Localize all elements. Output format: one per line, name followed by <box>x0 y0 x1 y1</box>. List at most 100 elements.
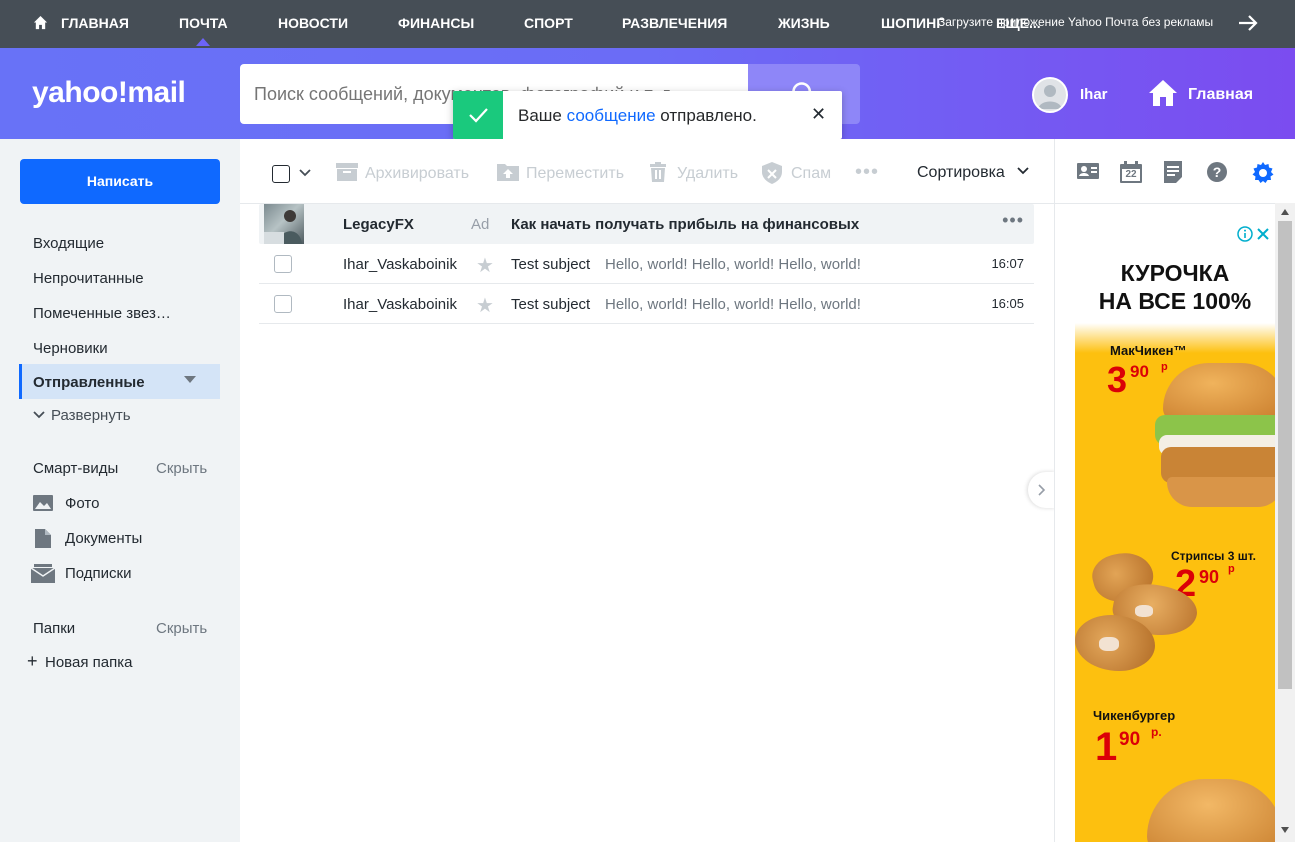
calendar-icon[interactable]: 22 <box>1120 161 1142 188</box>
star-icon[interactable]: ★ <box>476 253 494 278</box>
archive-icon <box>336 163 358 181</box>
svg-text:?: ? <box>1213 164 1222 180</box>
sort-label: Сортировка <box>917 164 1005 181</box>
sidebar: Написать Входящие Непрочитанные Помеченн… <box>0 139 240 842</box>
success-icon <box>453 91 503 139</box>
caret-down-icon[interactable] <box>184 376 196 383</box>
nav-life[interactable]: ЖИЗНЬ <box>778 15 830 31</box>
smart-views-title: Смарт-виды <box>33 460 119 477</box>
nav-entertainment[interactable]: РАЗВЛЕЧЕНИЯ <box>622 15 727 31</box>
document-icon <box>35 529 51 548</box>
message-checkbox[interactable] <box>274 295 292 313</box>
app-promo-link[interactable]: Загрузите приложение Yahoo Почта без рек… <box>938 15 1213 29</box>
nav-news[interactable]: НОВОСТИ <box>278 15 348 31</box>
calendar-day: 22 <box>1125 169 1137 180</box>
ad-sender: LegacyFX <box>343 216 414 233</box>
spam-shield-icon <box>762 162 782 184</box>
message-subject: Test subject <box>511 256 591 273</box>
help-icon[interactable]: ? <box>1206 161 1228 183</box>
ad-product-area: МакЧикен™ 3 90 р Стрипсы 3 шт. 2 90 р Чи… <box>1075 323 1275 842</box>
smart-view-subscriptions-label: Подписки <box>65 565 132 582</box>
advert-scrollbar[interactable] <box>1275 203 1295 842</box>
ad-item1-unit: р <box>1161 361 1168 373</box>
message-row[interactable]: Ihar_Vaskaboinik ★ Test subject Hello, w… <box>259 284 1034 324</box>
ad-headline-line-1: КУРОЧКА <box>1120 260 1230 286</box>
avatar <box>1032 77 1068 113</box>
ad-item1-price: 3 <box>1107 359 1128 400</box>
ad-headline-line-2: НА ВСЕ 100% <box>1098 288 1252 314</box>
home-link-label: Главная <box>1188 86 1254 103</box>
message-sender: Ihar_Vaskaboinik <box>343 256 457 273</box>
ad-info-icon[interactable] <box>1237 226 1253 242</box>
folder-drafts[interactable]: Черновики <box>33 340 108 357</box>
notification-message: Ваше сообщение отправлено. <box>518 106 757 126</box>
user-name: Ihar <box>1080 86 1108 103</box>
message-snippet: Hello, world! Hello, world! Hello, world… <box>605 296 861 313</box>
home-nav-icon[interactable] <box>33 15 48 35</box>
message-list-pane: Архивировать Переместить Удалить Спам ••… <box>240 139 1054 842</box>
subscriptions-icon <box>31 564 55 583</box>
nav-home[interactable]: ГЛАВНАЯ <box>61 15 129 31</box>
settings-gear-icon[interactable] <box>1251 161 1275 185</box>
right-toolbar: 22 ? <box>1055 139 1295 204</box>
close-icon[interactable]: ✕ <box>811 104 826 125</box>
select-all-checkbox[interactable] <box>272 165 290 183</box>
ad-item1-name: МакЧикен™ <box>1110 343 1187 358</box>
trash-icon <box>650 162 666 182</box>
arrow-right-icon[interactable] <box>1236 10 1260 41</box>
scroll-up-icon[interactable] <box>1280 208 1290 216</box>
yahoo-mail-logo[interactable]: yahoo!mail <box>32 76 186 110</box>
ad-item2-name: Стрипсы 3 шт. <box>1171 549 1256 563</box>
collapse-panel-button[interactable] <box>1028 472 1056 508</box>
ad-close-icon[interactable] <box>1256 227 1270 241</box>
contacts-icon[interactable] <box>1077 161 1099 181</box>
ad-item3-unit: р. <box>1151 725 1162 739</box>
nav-sport[interactable]: СПОРТ <box>524 15 573 31</box>
ad-item2-unit: р <box>1228 563 1235 575</box>
ad-headline: КУРОЧКА НА ВСЕ 100% <box>1075 259 1275 315</box>
notification-suffix: отправлено. <box>660 106 757 125</box>
chevron-down-icon <box>1017 167 1029 175</box>
sent-notification: Ваше сообщение отправлено. ✕ <box>453 91 842 139</box>
message-time: 16:07 <box>991 256 1024 271</box>
chevron-down-icon[interactable] <box>299 169 311 177</box>
folders-title: Папки <box>33 620 76 637</box>
move-folder-icon <box>497 164 519 181</box>
ad-item3-cents: 90 <box>1119 729 1141 750</box>
scrollbar-thumb[interactable] <box>1278 221 1292 689</box>
sponsored-message-row[interactable]: LegacyFX Ad Как начать получать прибыль … <box>259 204 1034 244</box>
folder-starred[interactable]: Помеченные звез… <box>33 305 171 322</box>
display-advertisement[interactable]: КУРОЧКА НА ВСЕ 100% МакЧикен™ 3 90 р Стр… <box>1075 223 1275 842</box>
ad-subject: Как начать получать прибыль на финансовы… <box>511 216 860 233</box>
folder-inbox[interactable]: Входящие <box>33 235 104 252</box>
sort-dropdown[interactable]: Сортировка <box>917 164 1029 182</box>
folder-unread[interactable]: Непрочитанные <box>33 270 144 287</box>
folder-sent-label: Отправленные <box>33 374 145 391</box>
ad-item1-cents: 90 <box>1130 362 1149 381</box>
more-actions-icon[interactable]: ••• <box>855 161 879 184</box>
notification-prefix: Ваше <box>518 106 562 125</box>
nav-shopping[interactable]: ШОПИНГ <box>881 15 944 31</box>
message-subject: Test subject <box>511 296 591 313</box>
more-options-icon[interactable]: ••• <box>1002 210 1024 231</box>
chevron-right-icon <box>1038 484 1046 496</box>
scroll-down-icon[interactable] <box>1280 826 1290 834</box>
archive-label: Архивировать <box>365 165 470 182</box>
message-row[interactable]: Ihar_Vaskaboinik ★ Test subject Hello, w… <box>259 244 1034 284</box>
delete-label: Удалить <box>677 165 739 182</box>
notepad-icon[interactable] <box>1164 161 1182 183</box>
folders-hide[interactable]: Скрыть <box>156 620 207 637</box>
message-snippet: Hello, world! Hello, world! Hello, world… <box>605 256 861 273</box>
view-message-link[interactable]: сообщение <box>567 106 656 125</box>
message-sender: Ihar_Vaskaboinik <box>343 296 457 313</box>
smart-views-hide[interactable]: Скрыть <box>156 460 207 477</box>
star-icon[interactable]: ★ <box>476 293 494 318</box>
compose-button[interactable]: Написать <box>20 159 220 204</box>
home-link[interactable]: Главная <box>1148 78 1253 113</box>
ad-item3-name: Чикенбургер <box>1093 708 1176 723</box>
smart-view-photos-label: Фото <box>65 495 100 512</box>
nav-mail[interactable]: ПОЧТА <box>179 15 228 46</box>
message-checkbox[interactable] <box>274 255 292 273</box>
nav-finance[interactable]: ФИНАНСЫ <box>398 15 474 31</box>
folder-sent[interactable]: Отправленные <box>19 364 220 399</box>
